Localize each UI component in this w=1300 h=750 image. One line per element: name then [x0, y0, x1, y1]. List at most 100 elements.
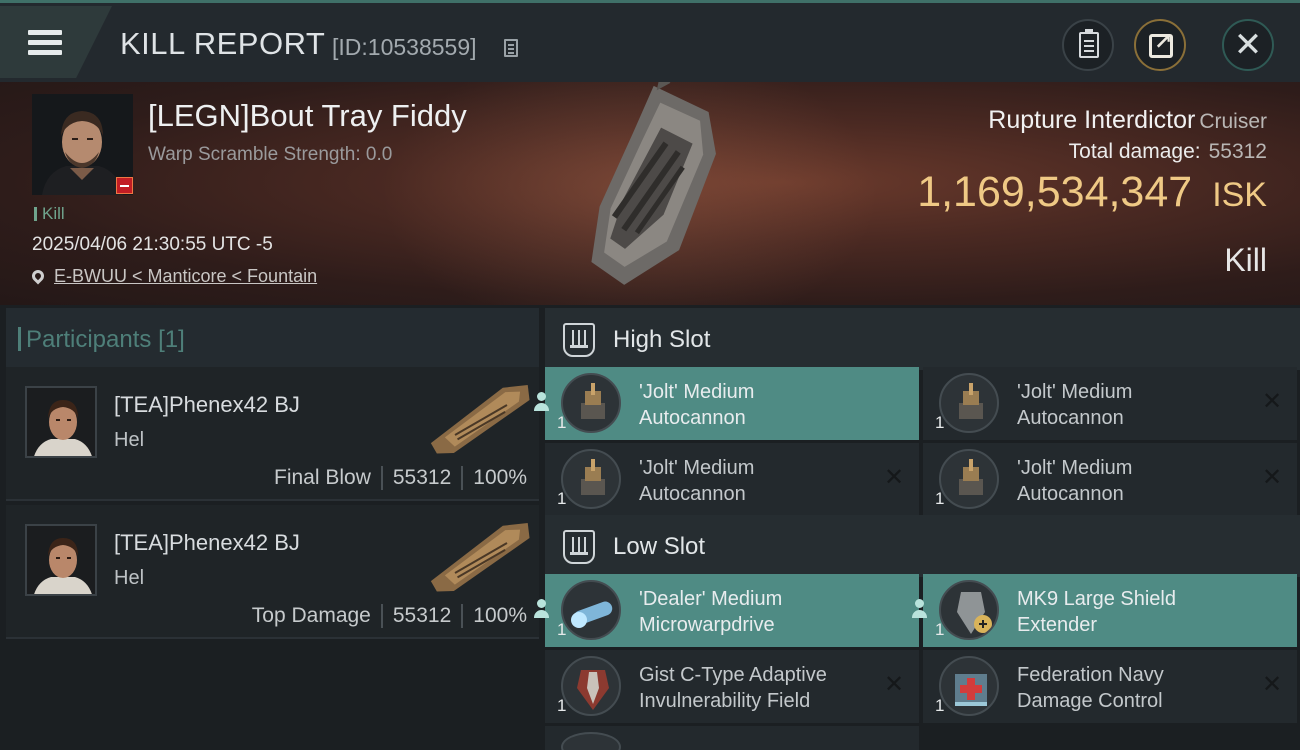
module-name: Federation Navy Damage Control — [1017, 662, 1247, 714]
participant-percent: 100% — [473, 604, 527, 627]
kill-result: Kill — [1224, 242, 1267, 278]
victim-ship-name[interactable]: Rupture Interdictor Cruiser — [988, 106, 1267, 135]
x-icon: ✕ — [883, 671, 905, 698]
divider — [380, 604, 383, 628]
module-name-line: 'Jolt' Medium — [639, 381, 755, 403]
low-slot-header: Low Slot — [545, 515, 1300, 577]
module-item-partial[interactable] — [545, 726, 919, 750]
module-name-line: 'Dealer' Medium — [639, 588, 783, 610]
top-bar: KILL REPORT [ID:10538559] ✕ — [0, 0, 1300, 82]
fitting-panel: High Slot 1 'Jolt' Medium Autocannon 1 '… — [534, 305, 1300, 750]
module-name-line: Federation Navy — [1017, 664, 1164, 686]
module-name-line: Autocannon — [639, 407, 746, 429]
hamburger-menu-icon-bar — [28, 50, 62, 55]
copy-icon[interactable] — [504, 39, 518, 57]
module-name: 'Dealer' Medium Microwarpdrive — [639, 586, 869, 638]
divider — [461, 466, 464, 490]
module-name-line: Autocannon — [1017, 407, 1124, 429]
module-item[interactable]: 1 Federation Navy Damage Control ✕ — [923, 650, 1297, 723]
module-item[interactable]: 1 'Jolt' Medium Autocannon ✕ — [923, 443, 1297, 516]
participant-ship-image[interactable] — [421, 513, 541, 603]
total-damage: Total damage: 55312 — [1069, 140, 1267, 164]
participant-portrait-image — [27, 526, 95, 594]
module-quantity: 1 — [557, 413, 567, 432]
module-name: 'Jolt' Medium Autocannon — [1017, 379, 1247, 431]
participant-card[interactable]: [TEA]Phenex42 BJ Hel Final Blow 55312 100% — [6, 367, 539, 501]
x-icon: ✕ — [1261, 464, 1283, 491]
module-item[interactable]: 1 Gist C-Type Adaptive Invulnerability F… — [545, 650, 919, 723]
module-item[interactable]: 1 'Jolt' Medium Autocannon ✕ — [545, 443, 919, 516]
autocannon-icon — [561, 373, 621, 433]
module-name-line: Microwarpdrive — [639, 614, 775, 636]
module-quantity: 1 — [557, 620, 567, 639]
module-item[interactable]: 1 'Dealer' Medium Microwarpdrive — [534, 574, 919, 647]
module-item[interactable]: 1 MK9 Large Shield Extender — [912, 574, 1297, 647]
module-name-line: Invulnerability Field — [639, 690, 811, 712]
ship-class-label: Cruiser — [1199, 110, 1267, 133]
menu-button[interactable] — [0, 6, 112, 78]
close-button[interactable]: ✕ — [1222, 19, 1274, 71]
module-quantity: 1 — [557, 696, 567, 715]
module-name-line: Autocannon — [639, 483, 746, 505]
kill-location[interactable]: E-BWUU < Manticore < Fountain — [29, 266, 317, 287]
module-name: 'Jolt' Medium Autocannon — [1017, 455, 1247, 507]
victim-name[interactable]: [LEGN]Bout Tray Fiddy — [148, 98, 467, 134]
close-icon: ✕ — [1233, 26, 1263, 64]
participant-corp: Hel — [114, 429, 145, 451]
autocannon-icon — [939, 373, 999, 433]
module-quantity: 1 — [557, 489, 567, 508]
module-quantity: 1 — [935, 696, 945, 715]
isk-value: 1,169,534,347 ISK — [917, 168, 1267, 217]
module-item[interactable]: 1 'Jolt' Medium Autocannon — [534, 367, 919, 440]
module-name: MK9 Large Shield Extender — [1017, 586, 1247, 638]
participants-panel: Participants [1] [TEA]Phenex42 BJ Hel Fi… — [0, 305, 545, 750]
invulnerability-field-icon — [561, 656, 621, 716]
isk-unit: ISK — [1212, 176, 1267, 214]
module-name: Gist C-Type Adaptive Invulnerability Fie… — [639, 662, 869, 714]
participant-ship-image[interactable] — [421, 375, 541, 465]
victim-ship-image[interactable] — [535, 82, 765, 292]
person-icon — [531, 391, 553, 413]
x-icon: ✕ — [1261, 671, 1283, 698]
clipboard-button[interactable] — [1062, 19, 1114, 71]
location-link[interactable]: E-BWUU < Manticore < Fountain — [54, 266, 317, 286]
ship-name-label: Rupture Interdictor — [988, 106, 1196, 134]
slot-icon — [563, 323, 595, 357]
participant-name[interactable]: [TEA]Phenex42 BJ — [114, 530, 300, 556]
participant-damage: 55312 — [392, 604, 452, 627]
module-item[interactable]: 1 'Jolt' Medium Autocannon ✕ — [923, 367, 1297, 440]
participant-role: Top Damage — [251, 604, 371, 627]
microwarpdrive-icon — [561, 580, 621, 640]
participants-title-label: Participants — [26, 326, 152, 353]
clipboard-icon — [1079, 29, 1099, 58]
participant-portrait-image — [27, 388, 95, 456]
module-name-line: 'Jolt' Medium — [1017, 381, 1133, 403]
module-name: 'Jolt' Medium Autocannon — [639, 455, 869, 507]
module-name: 'Jolt' Medium Autocannon — [639, 379, 869, 431]
isk-amount: 1,169,534,347 — [917, 168, 1193, 216]
participant-corp: Hel — [114, 567, 145, 589]
kill-timestamp: 2025/04/06 21:30:55 UTC -5 — [32, 234, 273, 255]
participant-name[interactable]: [TEA]Phenex42 BJ — [114, 392, 300, 418]
warp-scramble-strength: Warp Scramble Strength: 0.0 — [148, 144, 393, 165]
module-quantity: 1 — [935, 620, 945, 639]
page-title: KILL REPORT — [120, 26, 326, 61]
person-icon — [531, 598, 553, 620]
avatar[interactable] — [25, 524, 97, 596]
participant-stats: Final Blow 55312 100% — [274, 466, 527, 490]
participant-percent: 100% — [473, 466, 527, 489]
autocannon-icon — [561, 449, 621, 509]
hamburger-menu-icon-bar — [28, 40, 62, 45]
avatar[interactable] — [25, 386, 97, 458]
location-pin-icon — [29, 267, 47, 285]
person-icon — [909, 598, 931, 620]
participant-card[interactable]: [TEA]Phenex42 BJ Hel Top Damage 55312 100% — [6, 505, 539, 639]
module-name-line: 'Jolt' Medium — [1017, 457, 1133, 479]
damage-control-icon — [939, 656, 999, 716]
status-badge — [116, 177, 133, 194]
module-name-line: Autocannon — [1017, 483, 1124, 505]
divider — [380, 466, 383, 490]
kill-tag: Kill — [34, 204, 65, 224]
share-button[interactable] — [1134, 19, 1186, 71]
high-slot-title: High Slot — [613, 326, 711, 353]
